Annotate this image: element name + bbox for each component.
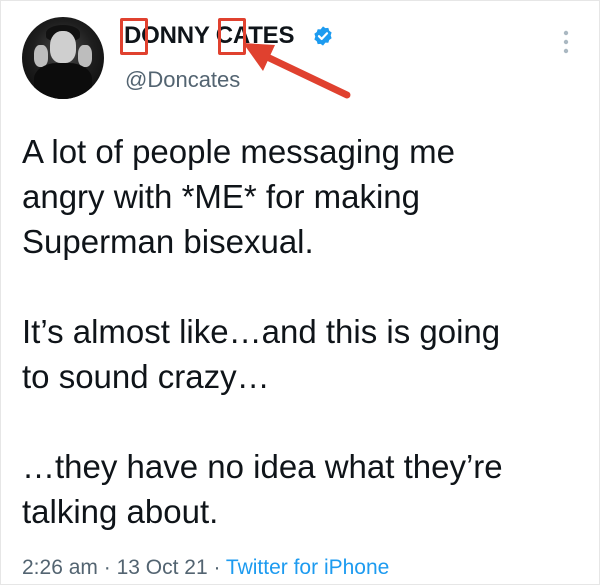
tweet-source-link[interactable]: Twitter for iPhone: [226, 556, 389, 579]
annotation-highlight-d: [120, 18, 148, 55]
tweet-time[interactable]: 2:26 am: [22, 556, 98, 579]
tweet-text: A lot of people messaging me angry with …: [22, 129, 582, 534]
tweet-date[interactable]: 13 Oct 21: [117, 556, 208, 579]
avatar-body: [34, 63, 92, 99]
tweet-card: DONNY CATES @Doncates A lot of people me…: [0, 0, 600, 585]
tweet-paragraph: …they have no idea what they’re talking …: [22, 448, 503, 530]
tweet-meta: 2:26 am · 13 Oct 21 · Twitter for iPhone: [22, 555, 389, 581]
meta-separator: ·: [207, 556, 226, 579]
avatar[interactable]: [22, 17, 104, 99]
user-handle[interactable]: @Doncates: [125, 67, 240, 93]
annotation-arrow: [243, 43, 351, 99]
meta-separator: ·: [97, 556, 117, 579]
avatar-hand-right: [78, 45, 92, 67]
tweet-paragraph: A lot of people messaging me angry with …: [22, 133, 455, 260]
avatar-face: [50, 31, 76, 63]
more-vertical-icon[interactable]: [561, 29, 571, 55]
tweet-paragraph: It’s almost like…and this is going to so…: [22, 313, 501, 395]
